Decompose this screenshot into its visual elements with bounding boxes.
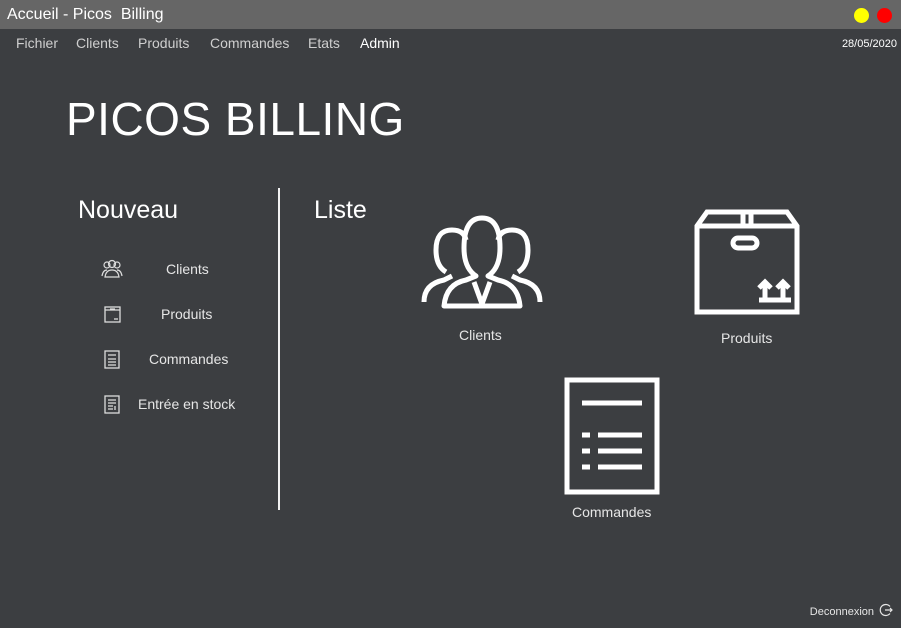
close-button[interactable]: [877, 8, 892, 23]
new-client-button[interactable]: Clients: [100, 255, 260, 285]
list-products-label: Produits: [721, 330, 773, 346]
new-stock-entry-button[interactable]: Entrée en stock: [100, 390, 260, 420]
menu-bar: Fichier Clients Produits Commandes Etats…: [0, 29, 901, 57]
menu-commandes[interactable]: Commandes: [210, 35, 289, 51]
menu-etats[interactable]: Etats: [308, 35, 340, 51]
list-orders-label: Commandes: [572, 504, 652, 520]
nouveau-title: Nouveau: [78, 196, 179, 224]
new-order-button[interactable]: Commandes: [100, 345, 260, 375]
list-clients-button[interactable]: Clients: [412, 210, 552, 350]
menu-fichier[interactable]: Fichier: [16, 35, 58, 51]
logout-label: Deconnexion: [809, 606, 874, 618]
order-list-icon: [564, 377, 660, 500]
window-titlebar: Accueil - Picos Billing: [0, 0, 901, 29]
new-stock-entry-label: Entrée en stock: [138, 396, 236, 412]
section-divider: [278, 188, 280, 510]
window-title: Accueil - Picos Billing: [7, 6, 164, 23]
users-icon: [416, 212, 548, 317]
app-title: PICOS BILLING: [66, 93, 405, 145]
box-icon: [100, 303, 124, 325]
list-products-button[interactable]: Produits: [690, 206, 805, 351]
list-clients-label: Clients: [459, 327, 502, 343]
logout-icon: [879, 603, 893, 622]
new-product-label: Produits: [161, 306, 213, 322]
stock-entry-icon: [100, 393, 124, 415]
box-icon: [693, 208, 801, 321]
current-date: 28/05/2020: [841, 38, 897, 50]
new-client-label: Clients: [166, 261, 209, 277]
list-orders-button[interactable]: Commandes: [562, 375, 662, 525]
liste-title: Liste: [314, 196, 367, 224]
new-product-button[interactable]: Produits: [100, 300, 260, 330]
logout-button[interactable]: Deconnexion: [809, 603, 893, 622]
menu-produits[interactable]: Produits: [138, 35, 189, 51]
menu-admin[interactable]: Admin: [360, 35, 400, 51]
minimize-button[interactable]: [854, 8, 869, 23]
new-order-label: Commandes: [149, 351, 229, 367]
menu-clients[interactable]: Clients: [76, 35, 119, 51]
users-icon: [100, 258, 124, 280]
order-list-icon: [100, 348, 124, 370]
